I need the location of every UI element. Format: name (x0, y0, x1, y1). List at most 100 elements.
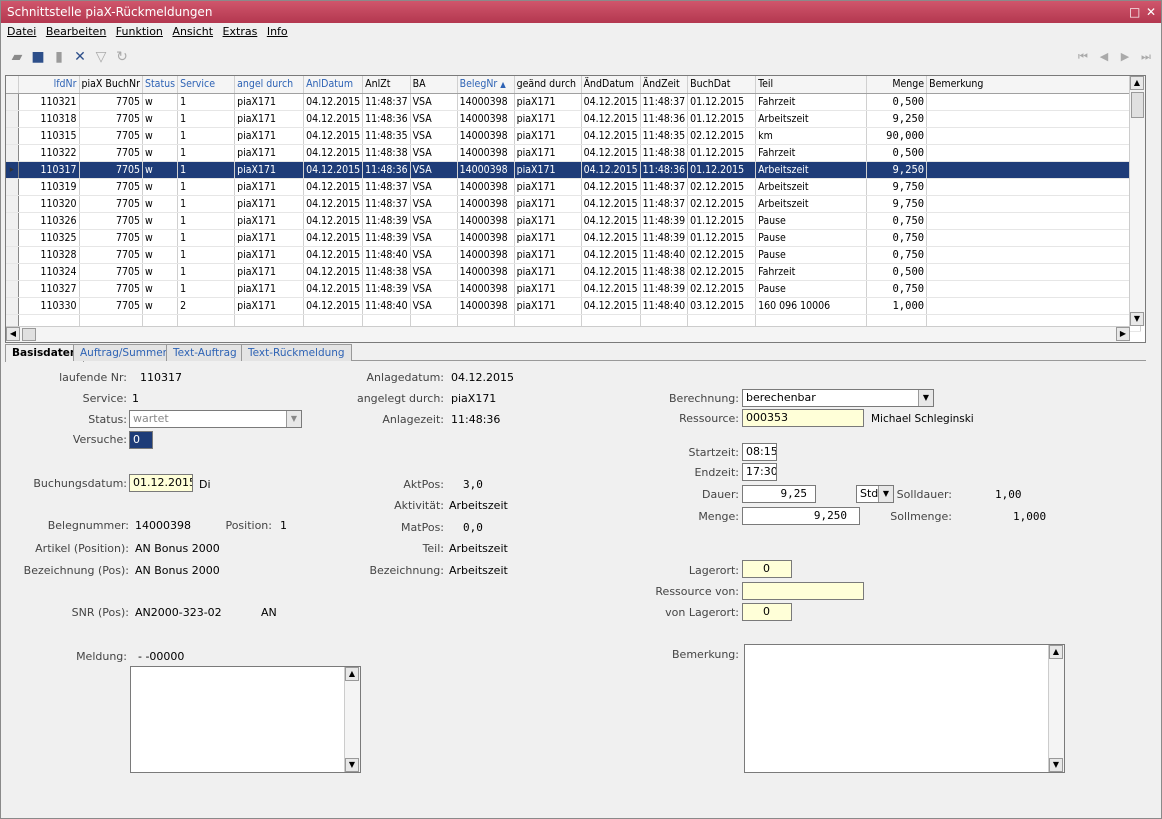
column-header-0[interactable]: lfdNr (18, 76, 80, 94)
startzeit-input[interactable]: 08:15 (742, 443, 777, 461)
save-icon[interactable]: ■ (30, 49, 46, 65)
einheit-select[interactable]: Std ▼ (856, 485, 894, 503)
table-row[interactable]: 110321 7705 w 1 piaX171 04.12.2015 11:48:37 VSA… (6, 93, 1142, 111)
table-cell: 11:48:37 (640, 178, 689, 196)
last-record-icon[interactable]: ⏭ (1138, 49, 1154, 65)
status-select[interactable]: wartet ▼ (129, 410, 302, 428)
tab-text-auftrag[interactable]: Text-Auftrag (166, 344, 244, 361)
table-cell: w (142, 263, 179, 281)
tab-text-rueckmeldung[interactable]: Text-Rückmeldung (241, 344, 352, 361)
buchungsdatum-input[interactable]: 01.12.2015 (129, 474, 193, 492)
column-header-5[interactable]: AnlDatum (303, 76, 364, 94)
row-indicator[interactable] (6, 195, 19, 213)
table-row[interactable]: 110320 7705 w 1 piaX171 04.12.2015 11:48:37 VSA… (6, 195, 1142, 213)
scroll-right-icon[interactable]: ▶ (1116, 327, 1130, 341)
scroll-up-icon[interactable]: ▲ (1130, 76, 1144, 90)
row-indicator[interactable]: ▸ (6, 161, 19, 179)
row-indicator[interactable] (6, 93, 19, 111)
menu-ansicht[interactable]: Ansicht (172, 25, 213, 38)
chevron-down-icon[interactable]: ▼ (286, 411, 301, 427)
scroll-down-icon[interactable]: ▼ (345, 758, 359, 772)
column-header-14[interactable]: Menge (866, 76, 928, 94)
menu-bearbeiten[interactable]: Bearbeiten (46, 25, 106, 38)
scroll-left-icon[interactable]: ◀ (6, 327, 20, 341)
table-row[interactable]: 110328 7705 w 1 piaX171 04.12.2015 11:48:40 VSA… (6, 246, 1142, 264)
column-header-1[interactable]: piaX BuchNr (79, 76, 143, 94)
row-indicator[interactable] (6, 246, 19, 264)
row-indicator[interactable] (6, 280, 19, 298)
table-row[interactable]: 110318 7705 w 1 piaX171 04.12.2015 11:48:36 VSA… (6, 110, 1142, 128)
table-row[interactable]: ▸ 110317 7705 w 1 piaX171 04.12.2015 11:48:36 VS… (6, 161, 1142, 179)
previous-record-icon[interactable]: ◀ (1096, 49, 1112, 65)
scroll-up-icon[interactable]: ▲ (345, 667, 359, 681)
sort-ascending-icon[interactable]: ▲ (500, 80, 506, 89)
refresh-icon[interactable]: ↻ (114, 49, 130, 65)
row-indicator[interactable] (6, 229, 19, 247)
row-indicator[interactable] (6, 110, 19, 128)
table-row[interactable]: 110325 7705 w 1 piaX171 04.12.2015 11:48:39 VSA… (6, 229, 1142, 247)
menu-info[interactable]: Info (267, 25, 288, 38)
meldung-textarea[interactable]: ▲ ▼ (130, 666, 361, 773)
column-header-15[interactable]: Bemerkung (926, 76, 1142, 94)
bemerkung-textarea[interactable]: ▲ ▼ (744, 644, 1065, 773)
von-lagerort-input[interactable]: 0 (742, 603, 792, 621)
trash-icon[interactable]: ▮ (51, 49, 67, 65)
maximize-icon[interactable]: □ (1129, 1, 1140, 23)
table-row[interactable]: 110315 7705 w 1 piaX171 04.12.2015 11:48:35 VSA… (6, 127, 1142, 145)
row-indicator[interactable] (6, 178, 19, 196)
menu-funktion[interactable]: Funktion (116, 25, 163, 38)
versuche-input[interactable]: 0 (129, 431, 153, 449)
chevron-down-icon[interactable]: ▼ (878, 486, 893, 502)
lagerort-input[interactable]: 0 (742, 560, 792, 578)
dauer-input[interactable]: 9,25 (742, 485, 816, 503)
row-indicator[interactable] (6, 144, 19, 162)
table-row[interactable]: 110322 7705 w 1 piaX171 04.12.2015 11:48:38 VSA… (6, 144, 1142, 162)
filter-icon[interactable]: ▽ (93, 49, 109, 65)
table-row[interactable]: 110326 7705 w 1 piaX171 04.12.2015 11:48:39 VSA… (6, 212, 1142, 230)
column-header-8[interactable]: BelegNr ▲ (457, 76, 515, 94)
ressource-input[interactable]: 000353 (742, 409, 864, 427)
chevron-down-icon[interactable]: ▼ (918, 390, 933, 406)
berechnung-select[interactable]: berechenbar ▼ (742, 389, 934, 407)
endzeit-input[interactable]: 17:30 (742, 463, 777, 481)
table-cell: piaX171 (234, 161, 305, 179)
scroll-down-icon[interactable]: ▼ (1049, 758, 1063, 772)
bemerkung-scrollbar[interactable]: ▲ ▼ (1048, 645, 1064, 772)
column-header-2[interactable]: Status (142, 76, 179, 94)
row-indicator[interactable] (6, 297, 19, 315)
column-header-4[interactable]: angel durch (234, 76, 305, 94)
column-header-9[interactable]: geänd durch (514, 76, 582, 94)
column-header-3[interactable]: Service (177, 76, 236, 94)
column-header-13[interactable]: Teil (755, 76, 868, 94)
row-indicator[interactable] (6, 263, 19, 281)
menu-extras[interactable]: Extras (223, 25, 258, 38)
close-icon[interactable]: ✕ (1146, 1, 1156, 23)
row-indicator[interactable] (6, 212, 19, 230)
horizontal-scroll-thumb[interactable] (22, 328, 36, 341)
table-row[interactable]: 110327 7705 w 1 piaX171 04.12.2015 11:48:39 VSA… (6, 280, 1142, 298)
table-row[interactable]: 110324 7705 w 1 piaX171 04.12.2015 11:48:38 VSA… (6, 263, 1142, 281)
grid-horizontal-scrollbar[interactable]: ◀ ▶ (6, 326, 1130, 342)
scroll-up-icon[interactable]: ▲ (1049, 645, 1063, 659)
column-header-10[interactable]: ÄndDatum (581, 76, 641, 94)
meldung-scrollbar[interactable]: ▲ ▼ (344, 667, 360, 772)
grid-vertical-scrollbar[interactable]: ▲ ▼ (1129, 76, 1145, 326)
column-header-11[interactable]: ÄndZeit (640, 76, 689, 94)
tab-auftrag-summen[interactable]: Auftrag/Summen (73, 344, 177, 361)
next-record-icon[interactable]: ▶ (1117, 49, 1133, 65)
row-indicator[interactable] (6, 127, 19, 145)
first-record-icon[interactable]: ⏮ (1075, 49, 1091, 65)
belegnummer-value: 14000398 (135, 519, 191, 532)
column-header-12[interactable]: BuchDat (687, 76, 757, 94)
delete-icon[interactable]: ✕ (72, 49, 88, 65)
menge-input[interactable]: 9,250 (742, 507, 860, 525)
column-header-6[interactable]: AnlZt (362, 76, 411, 94)
table-row[interactable]: 110330 7705 w 2 piaX171 04.12.2015 11:48:40 VSA… (6, 297, 1142, 315)
open-folder-icon[interactable]: ▰ (9, 49, 25, 65)
table-row[interactable]: 110319 7705 w 1 piaX171 04.12.2015 11:48:37 VSA… (6, 178, 1142, 196)
column-header-7[interactable]: BA (410, 76, 458, 94)
menu-datei[interactable]: Datei (7, 25, 36, 38)
ressource-von-input[interactable] (742, 582, 864, 600)
scroll-down-icon[interactable]: ▼ (1130, 312, 1144, 326)
vertical-scroll-thumb[interactable] (1131, 92, 1144, 118)
